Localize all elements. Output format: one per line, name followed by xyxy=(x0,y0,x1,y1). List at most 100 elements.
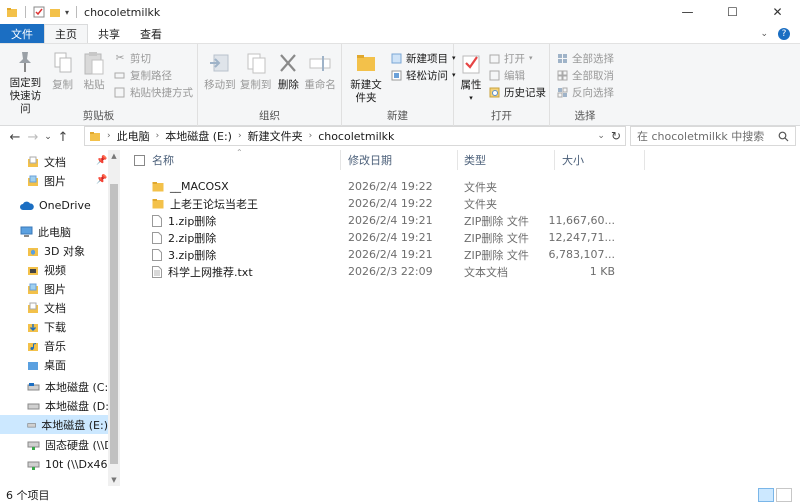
breadcrumb-drive-e[interactable]: 本地磁盘 (E:) xyxy=(165,128,232,144)
select-all-button[interactable]: 全部选择 xyxy=(556,51,614,65)
nav-item-this-pc[interactable]: 此电脑 xyxy=(20,222,71,241)
paste-shortcut-icon xyxy=(114,86,126,98)
back-arrow-icon[interactable]: ← xyxy=(6,128,24,146)
select-all-checkbox[interactable] xyxy=(134,155,145,166)
close-button[interactable]: ✕ xyxy=(755,0,800,24)
move-to-button[interactable]: 移动到 xyxy=(202,48,238,110)
file-type: ZIP删除 文件 xyxy=(464,214,529,228)
search-input[interactable]: 在 chocoletmilkk 中搜索 xyxy=(630,126,796,146)
nav-label: 音乐 xyxy=(44,339,66,353)
nav-item-drive-e[interactable]: 本地磁盘 (E:) xyxy=(0,415,108,434)
nav-item-3d-objects[interactable]: 3D 对象 xyxy=(27,241,85,260)
nav-scrollbar[interactable]: ▲ ▼ xyxy=(108,150,120,486)
pin-icon[interactable]: 📌 xyxy=(96,156,107,166)
file-row[interactable]: 1.zip删除 2026/2/4 19:21 ZIP删除 文件 11,667,6… xyxy=(122,212,800,229)
file-row[interactable]: 3.zip删除 2026/2/4 19:21 ZIP删除 文件 6,783,10… xyxy=(122,246,800,263)
history-button[interactable]: 历史记录 xyxy=(488,85,546,99)
nav-item-ssd-network[interactable]: 固态硬盘 (\\Dx- xyxy=(27,435,120,454)
large-icons-view-icon[interactable] xyxy=(776,488,792,502)
file-row[interactable]: __MACOSX 2026/2/4 19:22 文件夹 xyxy=(122,178,800,195)
tab-view[interactable]: 查看 xyxy=(130,24,172,43)
tab-share[interactable]: 共享 xyxy=(88,24,130,43)
copy-button[interactable]: 复制 xyxy=(47,48,79,110)
scroll-up-icon[interactable]: ▲ xyxy=(108,150,120,162)
nav-item-videos[interactable]: 视频 xyxy=(27,260,66,279)
nav-item-documents-pinned[interactable]: 文档 xyxy=(27,152,66,171)
minimize-button[interactable]: — xyxy=(665,0,710,24)
properties-icon[interactable] xyxy=(33,6,45,18)
scroll-down-icon[interactable]: ▼ xyxy=(108,474,120,486)
copy-to-button[interactable]: 复制到 xyxy=(238,48,274,110)
rename-button[interactable]: 重命名 xyxy=(303,48,337,110)
address-bar[interactable]: › 此电脑 › 本地磁盘 (E:) › 新建文件夹 › chocoletmilk… xyxy=(84,126,626,146)
column-header-name[interactable]: 名称 xyxy=(152,150,174,170)
properties-button[interactable]: 属性 ▾ xyxy=(458,48,484,110)
breadcrumb-current[interactable]: chocoletmilkk xyxy=(318,130,394,143)
copy-path-button[interactable]: 复制路径 xyxy=(114,68,193,82)
scrollbar-thumb[interactable] xyxy=(110,184,118,464)
open-button[interactable]: 打开 ▾ xyxy=(488,51,546,65)
tab-file[interactable]: 文件 xyxy=(0,24,44,43)
search-icon xyxy=(778,131,789,141)
collapse-ribbon-icon[interactable]: ⌄ xyxy=(760,29,768,39)
help-icon[interactable]: ? xyxy=(778,27,790,40)
drive-icon xyxy=(27,422,36,427)
maximize-button[interactable]: ☐ xyxy=(710,0,755,24)
new-folder-button[interactable]: 新建文件夹 xyxy=(346,48,386,110)
rename-icon xyxy=(307,50,333,76)
select-none-button[interactable]: 全部取消 xyxy=(556,68,614,82)
column-header-date[interactable]: 修改日期 xyxy=(348,150,392,170)
column-header-size[interactable]: 大小 xyxy=(562,150,584,170)
address-history-dropdown-icon[interactable]: ⌄ xyxy=(597,131,605,141)
file-row[interactable]: 科学上网推荐.txt 2026/2/3 22:09 文本文档 1 KB xyxy=(122,263,800,280)
file-size: 12,247,71... xyxy=(548,231,615,244)
nav-item-drive-c[interactable]: 本地磁盘 (C:) xyxy=(27,377,112,396)
column-divider[interactable] xyxy=(644,150,645,170)
pin-to-quick-access-button[interactable]: 固定到快速访问 xyxy=(4,48,47,115)
edit-button[interactable]: 编辑 xyxy=(488,68,546,82)
forward-arrow-icon[interactable]: → xyxy=(24,128,42,146)
nav-item-pictures[interactable]: 图片 xyxy=(27,279,66,298)
cut-button[interactable]: ✂ 剪切 xyxy=(114,51,193,65)
nav-label: 图片 xyxy=(44,282,66,296)
new-folder-icon[interactable] xyxy=(49,6,61,18)
nav-item-10t-network[interactable]: 10t (\\Dx4600- xyxy=(27,455,120,474)
file-row[interactable]: 上老王论坛当老王 2026/2/4 19:22 文件夹 xyxy=(122,195,800,212)
nav-item-drive-d[interactable]: 本地磁盘 (D:) xyxy=(27,396,113,415)
nav-item-onedrive[interactable]: OneDrive xyxy=(20,196,91,215)
item-count: 6 个项目 xyxy=(6,489,50,502)
chevron-right-icon[interactable]: › xyxy=(156,131,160,141)
file-name: 上老王论坛当老王 xyxy=(170,197,258,211)
open-small-buttons: 打开 ▾ 编辑 历史记录 xyxy=(488,48,546,110)
breadcrumb-this-pc[interactable]: 此电脑 xyxy=(117,128,150,144)
easy-access-button[interactable]: 轻松访问 ▾ xyxy=(390,68,456,82)
tab-home[interactable]: 主页 xyxy=(44,24,88,43)
up-arrow-icon[interactable]: ↑ xyxy=(54,128,72,146)
nav-item-documents[interactable]: 文档 xyxy=(27,298,66,317)
nav-item-pictures-pinned[interactable]: 图片 xyxy=(27,171,66,190)
details-view-icon[interactable] xyxy=(758,488,774,502)
pin-icon[interactable]: 📌 xyxy=(96,175,107,185)
column-divider[interactable] xyxy=(457,150,458,170)
chevron-right-icon[interactable]: › xyxy=(309,131,313,141)
column-header-type[interactable]: 类型 xyxy=(464,150,486,170)
column-divider[interactable] xyxy=(340,150,341,170)
new-item-button[interactable]: 新建项目 ▾ xyxy=(390,51,456,65)
cut-label: 剪切 xyxy=(129,52,151,65)
paste-button[interactable]: 粘贴 xyxy=(78,48,110,110)
music-icon xyxy=(28,342,38,351)
column-divider[interactable] xyxy=(554,150,555,170)
chevron-right-icon[interactable]: › xyxy=(238,131,242,141)
nav-item-downloads[interactable]: 下载 xyxy=(27,317,66,336)
invert-selection-button[interactable]: 反向选择 xyxy=(556,85,614,99)
breadcrumb-new-folder[interactable]: 新建文件夹 xyxy=(248,128,303,144)
refresh-icon[interactable]: ↻ xyxy=(611,129,625,143)
nav-item-music[interactable]: 音乐 xyxy=(27,336,66,355)
paste-shortcut-button[interactable]: 粘贴快捷方式 xyxy=(114,85,193,99)
recent-locations-icon[interactable]: ⌄ xyxy=(42,128,54,146)
delete-button[interactable]: 删除 xyxy=(273,48,303,110)
file-row[interactable]: 2.zip删除 2026/2/4 19:21 ZIP删除 文件 12,247,7… xyxy=(122,229,800,246)
nav-item-desktop[interactable]: 桌面 xyxy=(27,355,66,374)
chevron-right-icon[interactable]: › xyxy=(107,131,111,141)
customize-quick-access-icon[interactable]: ▾ xyxy=(65,8,69,17)
